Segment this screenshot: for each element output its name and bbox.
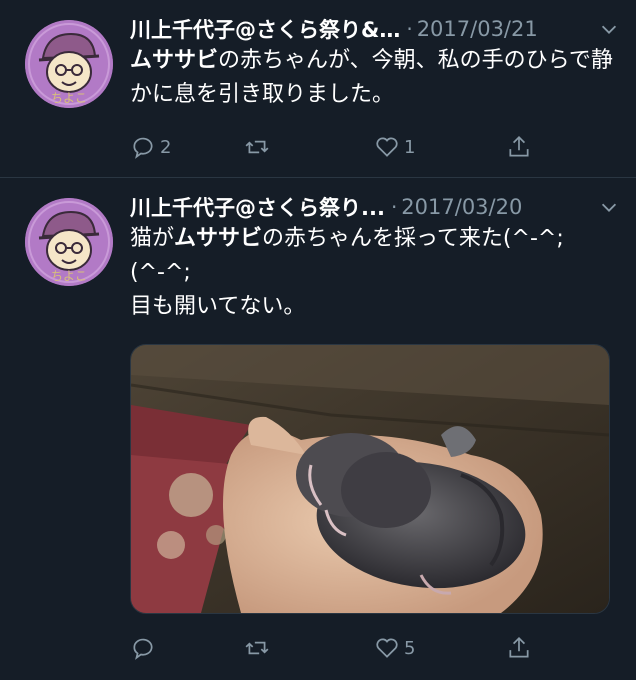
tweet-text-line2: (^-^; bbox=[130, 260, 191, 285]
like-count: 5 bbox=[404, 637, 416, 659]
reply-button[interactable] bbox=[130, 635, 244, 661]
tweet-text-pre: 猫が bbox=[130, 226, 175, 251]
tweet-text: 猫がムササビの赤ちゃんを採って来た(^-^; (^-^; 目も開いてない。 bbox=[130, 222, 616, 324]
reply-count: 2 bbox=[160, 136, 172, 158]
retweet-icon bbox=[245, 641, 269, 655]
heart-icon bbox=[376, 137, 398, 157]
chevron-down-icon[interactable] bbox=[598, 196, 620, 218]
tweet-text-mid: の赤ちゃんを採って来た(^-^; bbox=[262, 226, 564, 251]
tweet-date[interactable]: 2017/03/20 bbox=[401, 195, 522, 219]
photo-image bbox=[131, 345, 609, 613]
tweet-text-line3: 目も開いてない。 bbox=[130, 294, 306, 319]
tweet-text-bold: ムササビ bbox=[130, 48, 219, 73]
tweet[interactable]: ちよこ 川上千代子@さくら祭り&… · 2017/03/21 ムササビの赤ちゃん… bbox=[0, 0, 636, 178]
avatar[interactable]: ちよこ bbox=[25, 198, 113, 286]
author-name[interactable]: 川上千代子@さくら祭り... bbox=[130, 192, 385, 222]
tweet-header: 川上千代子@さくら祭り&… · 2017/03/21 bbox=[130, 14, 620, 44]
tweet[interactable]: ちよこ 川上千代子@さくら祭り... · 2017/03/20 猫がムササビの赤… bbox=[0, 178, 636, 680]
like-button[interactable]: 5 bbox=[374, 635, 506, 661]
share-icon bbox=[509, 637, 529, 658]
separator-dot: · bbox=[406, 17, 413, 41]
avatar-illustration: ちよこ bbox=[25, 20, 113, 108]
tweet-header: 川上千代子@さくら祭り... · 2017/03/20 bbox=[130, 192, 620, 222]
share-button[interactable] bbox=[506, 635, 532, 661]
tweet-date[interactable]: 2017/03/21 bbox=[417, 17, 538, 41]
retweet-button[interactable] bbox=[244, 134, 374, 160]
reply-button[interactable]: 2 bbox=[130, 134, 244, 160]
tweet-photo[interactable] bbox=[130, 344, 610, 614]
tweet-text-bold: ムササビ bbox=[174, 226, 263, 251]
avatar[interactable]: ちよこ bbox=[25, 20, 113, 108]
separator-dot: · bbox=[390, 195, 398, 219]
tweet-actions: 5 bbox=[130, 633, 546, 663]
retweet-button[interactable] bbox=[244, 635, 374, 661]
chevron-down-icon[interactable] bbox=[598, 18, 620, 40]
like-button[interactable]: 1 bbox=[374, 134, 506, 160]
share-button[interactable] bbox=[506, 134, 532, 160]
tweet-text: ムササビの赤ちゃんが、今朝、私の手のひらで静かに息を引き取りました。 bbox=[130, 44, 616, 112]
heart-icon bbox=[376, 638, 398, 658]
retweet-icon bbox=[245, 140, 269, 154]
like-count: 1 bbox=[404, 136, 416, 158]
svg-text:ちよこ: ちよこ bbox=[51, 269, 87, 283]
tweet-actions: 2 1 bbox=[130, 132, 546, 162]
avatar-illustration: ちよこ bbox=[25, 198, 113, 286]
reply-icon bbox=[133, 137, 153, 159]
author-name[interactable]: 川上千代子@さくら祭り&… bbox=[130, 14, 400, 44]
reply-icon bbox=[133, 638, 153, 660]
share-icon bbox=[509, 136, 529, 157]
svg-text:ちよこ: ちよこ bbox=[51, 91, 87, 105]
